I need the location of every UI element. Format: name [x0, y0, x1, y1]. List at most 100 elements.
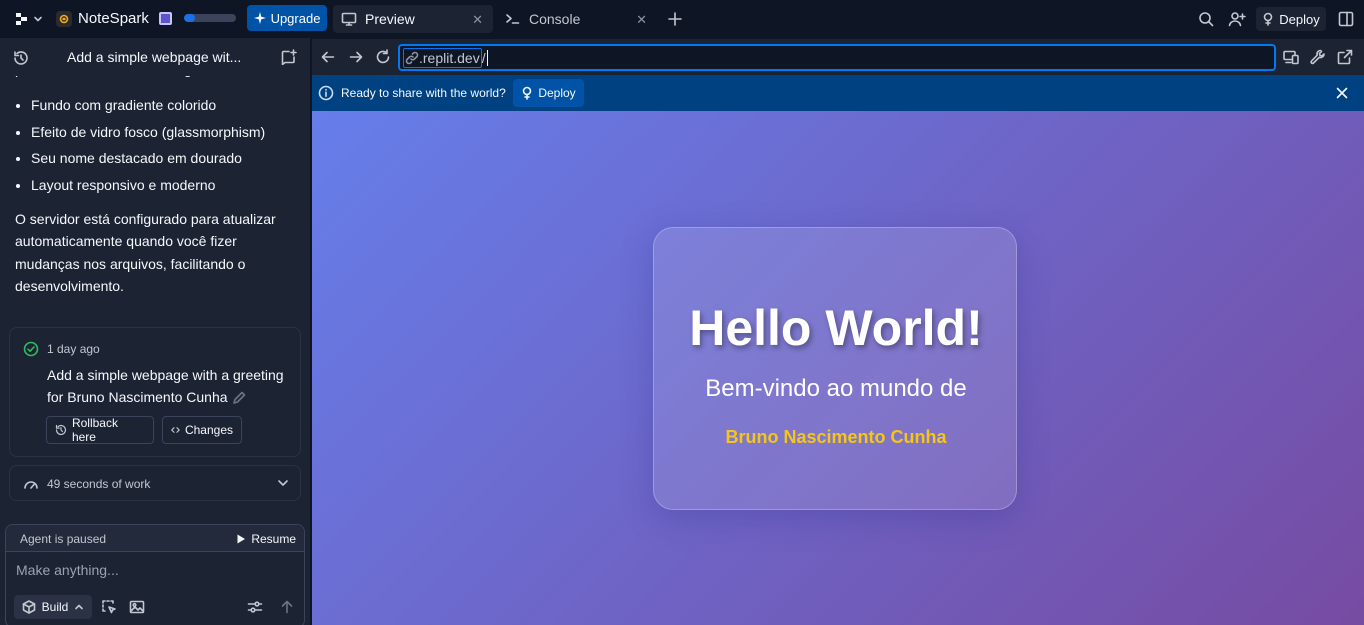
- resume-button[interactable]: Resume: [236, 529, 296, 548]
- deploy-button[interactable]: Deploy: [1256, 7, 1326, 31]
- device-preview-button[interactable]: [1282, 48, 1300, 66]
- add-user-icon: [1228, 12, 1246, 27]
- history-icon: [14, 51, 28, 65]
- agent-paused-bar: Agent is paused Resume: [6, 525, 304, 552]
- forward-button[interactable]: [347, 48, 365, 66]
- chevron-down-icon: [34, 16, 42, 22]
- list-item: Layout responsivo e moderno: [31, 174, 299, 196]
- agent-paused-text: Agent is paused: [20, 532, 107, 546]
- list-item: Fundo com gradiente colorido: [31, 94, 299, 116]
- arrow-up-icon: [281, 600, 293, 614]
- code-icon: [171, 427, 180, 433]
- sidebar-layout-icon: [1338, 11, 1354, 27]
- app-icon: [56, 11, 72, 27]
- url-selection: .replit.dev: [403, 47, 482, 68]
- monitor-icon: [341, 12, 357, 26]
- tab-console-label: Console: [529, 11, 581, 27]
- prompt-composer: Agent is paused Resume Build: [5, 524, 305, 625]
- tab-console[interactable]: Console ✕: [497, 5, 657, 33]
- play-icon: [237, 534, 246, 543]
- select-element-icon: [102, 600, 116, 614]
- external-link-icon: [1337, 49, 1353, 65]
- new-chat-button[interactable]: [280, 48, 298, 66]
- close-icon: [1336, 87, 1348, 99]
- toggle-layout-button[interactable]: [1336, 9, 1356, 29]
- checkpoint-card: 1 day ago Add a simple webpage with a gr…: [9, 327, 301, 457]
- agent-message: pode vê-la rodando. O design inclui: Fun…: [15, 66, 299, 298]
- back-button[interactable]: [319, 48, 337, 66]
- preview-pane: .replit.dev / Ready to share with the wo…: [312, 39, 1364, 625]
- wrench-icon: [1310, 49, 1325, 65]
- banner-deploy-button[interactable]: Deploy: [513, 79, 584, 107]
- sliders-icon: [247, 601, 263, 613]
- add-tab-button[interactable]: [665, 9, 685, 29]
- checkpoint-message-text: Add a simple webpage with a greeting for…: [47, 367, 284, 405]
- url-text: .replit.dev: [419, 49, 480, 66]
- checkpoint-time: 1 day ago: [47, 342, 100, 356]
- share-banner-text: Ready to share with the world?: [341, 86, 506, 100]
- usage-progress-bar[interactable]: [184, 14, 236, 22]
- arrow-right-icon: [349, 51, 363, 63]
- rollback-label: Rollback here: [71, 416, 118, 444]
- work-summary-toggle[interactable]: 49 seconds of work: [9, 465, 301, 501]
- agent-status-icon: [159, 12, 172, 25]
- close-banner-button[interactable]: [1333, 84, 1351, 102]
- webview: Hello World! Bem-vindo ao mundo de Bruno…: [312, 111, 1364, 625]
- checkpoint-message: Add a simple webpage with a greeting for…: [47, 364, 297, 408]
- link-icon: [405, 51, 419, 64]
- build-mode-button[interactable]: Build: [14, 595, 92, 619]
- top-bar: NoteSpark Upgrade Preview ✕ Console ✕ De…: [0, 0, 1364, 38]
- list-item: Seu nome destacado em dourado: [31, 147, 299, 169]
- app-glyph-icon: [59, 14, 69, 24]
- arrow-left-icon: [321, 51, 335, 63]
- banner-deploy-label: Deploy: [538, 86, 576, 100]
- close-tab-icon[interactable]: ✕: [636, 12, 647, 28]
- search-button[interactable]: [1196, 9, 1216, 29]
- page-heading: Hello World!: [689, 300, 983, 356]
- info-icon: [318, 85, 334, 101]
- prompt-input[interactable]: [16, 559, 296, 581]
- highlighted-name: Bruno Nascimento Cunha: [725, 427, 947, 447]
- devtools-button[interactable]: [1309, 48, 1327, 66]
- search-icon: [1199, 12, 1214, 27]
- agent-settings-button[interactable]: [246, 598, 264, 616]
- tab-preview[interactable]: Preview ✕: [333, 5, 493, 33]
- build-label: Build: [41, 600, 69, 614]
- invite-button[interactable]: [1227, 9, 1247, 29]
- rollback-button[interactable]: Rollback here: [46, 416, 154, 444]
- chevron-up-icon: [75, 604, 84, 610]
- upgrade-label: Upgrade: [270, 10, 321, 26]
- cube-icon: [22, 600, 35, 614]
- chevron-down-icon: [278, 480, 288, 486]
- reload-icon: [376, 49, 390, 64]
- send-button[interactable]: [278, 598, 296, 616]
- changes-label: Changes: [184, 423, 233, 437]
- greeting-card: Hello World! Bem-vindo ao mundo de Bruno…: [653, 227, 1017, 510]
- gauge-icon: [24, 481, 38, 489]
- terminal-icon: [506, 14, 520, 24]
- image-icon: [129, 600, 145, 614]
- pencil-icon[interactable]: [232, 391, 246, 405]
- devices-icon: [1283, 50, 1299, 65]
- deploy-icon: [1263, 12, 1273, 26]
- tab-preview-label: Preview: [365, 11, 415, 27]
- url-suffix: /: [481, 49, 486, 66]
- app-name[interactable]: NoteSpark: [78, 10, 149, 27]
- open-new-tab-button[interactable]: [1336, 48, 1354, 66]
- chat-history-button[interactable]: [12, 49, 30, 67]
- deploy-icon: [523, 86, 532, 100]
- work-summary-text: 49 seconds of work: [47, 477, 151, 491]
- url-field[interactable]: .replit.dev /: [398, 44, 1276, 71]
- select-element-button[interactable]: [100, 598, 118, 616]
- deploy-label: Deploy: [1279, 11, 1320, 27]
- list-item: Efeito de vidro fosco (glassmorphism): [31, 121, 299, 143]
- reload-button[interactable]: [374, 48, 392, 66]
- share-banner: Ready to share with the world? Deploy: [312, 75, 1364, 111]
- attach-image-button[interactable]: [128, 598, 146, 616]
- workspace-menu-button[interactable]: [10, 8, 48, 30]
- check-circle-icon: [23, 341, 39, 357]
- upgrade-button[interactable]: Upgrade: [247, 5, 327, 31]
- changes-button[interactable]: Changes: [162, 416, 242, 444]
- preview-url-bar: .replit.dev /: [312, 39, 1364, 75]
- close-tab-icon[interactable]: ✕: [472, 12, 483, 28]
